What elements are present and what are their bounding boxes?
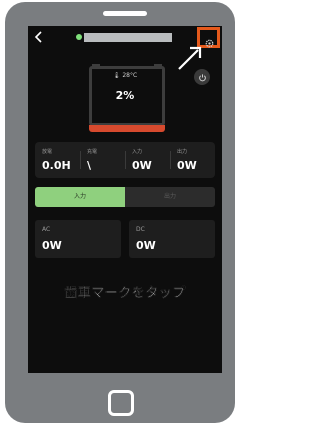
stat-label: 出力 xyxy=(177,149,188,155)
dc-label: DC xyxy=(136,226,145,233)
stats-panel: 放電 0.0H 充電 \ 入力 0W 出力 0W xyxy=(35,142,215,178)
tab-input[interactable]: 入力 xyxy=(35,187,125,207)
app-screen: 🌡 28°C 2% 放電 0.0H 充電 \ 入力 0W 出力 0W 入力 出力… xyxy=(28,26,222,373)
home-button[interactable] xyxy=(108,390,134,416)
thermometer-icon: 🌡 xyxy=(112,72,121,79)
stat-label: 充電 xyxy=(87,149,98,155)
stat-value: 0.0H xyxy=(42,159,71,172)
ac-card[interactable]: AC 0W xyxy=(35,220,121,258)
temperature-readout: 🌡 28°C xyxy=(28,72,222,79)
power-station-base xyxy=(89,125,165,132)
phone-speaker xyxy=(103,11,147,16)
stat-input: 入力 0W xyxy=(125,142,170,178)
stat-output: 出力 0W xyxy=(170,142,215,178)
battery-percent: 2% xyxy=(115,89,135,102)
stat-value: 0W xyxy=(132,159,152,172)
back-arrow-icon[interactable] xyxy=(32,30,46,44)
stat-label: 放電 xyxy=(42,149,53,155)
ac-label: AC xyxy=(42,226,51,233)
stat-charge: 充電 \ xyxy=(80,142,125,178)
stat-value: 0W xyxy=(177,159,197,172)
ac-value: 0W xyxy=(42,239,62,252)
stat-label: 入力 xyxy=(132,149,143,155)
tab-output[interactable]: 出力 xyxy=(125,187,215,207)
gear-icon[interactable] xyxy=(205,33,214,48)
io-tabs: 入力 出力 xyxy=(35,187,215,207)
stat-discharge: 放電 0.0H xyxy=(35,142,80,178)
instruction-caption: 歯車マークをタップ xyxy=(64,286,186,301)
device-name-redacted xyxy=(84,33,172,42)
dc-card[interactable]: DC 0W xyxy=(129,220,215,258)
stat-value: \ xyxy=(87,159,92,172)
phone-frame: 🌡 28°C 2% 放電 0.0H 充電 \ 入力 0W 出力 0W 入力 出力… xyxy=(5,2,235,423)
dc-value: 0W xyxy=(136,239,156,252)
pointer-arrow-icon xyxy=(178,46,202,70)
temperature-value: 28°C xyxy=(122,72,138,79)
connection-status-dot xyxy=(76,34,82,40)
